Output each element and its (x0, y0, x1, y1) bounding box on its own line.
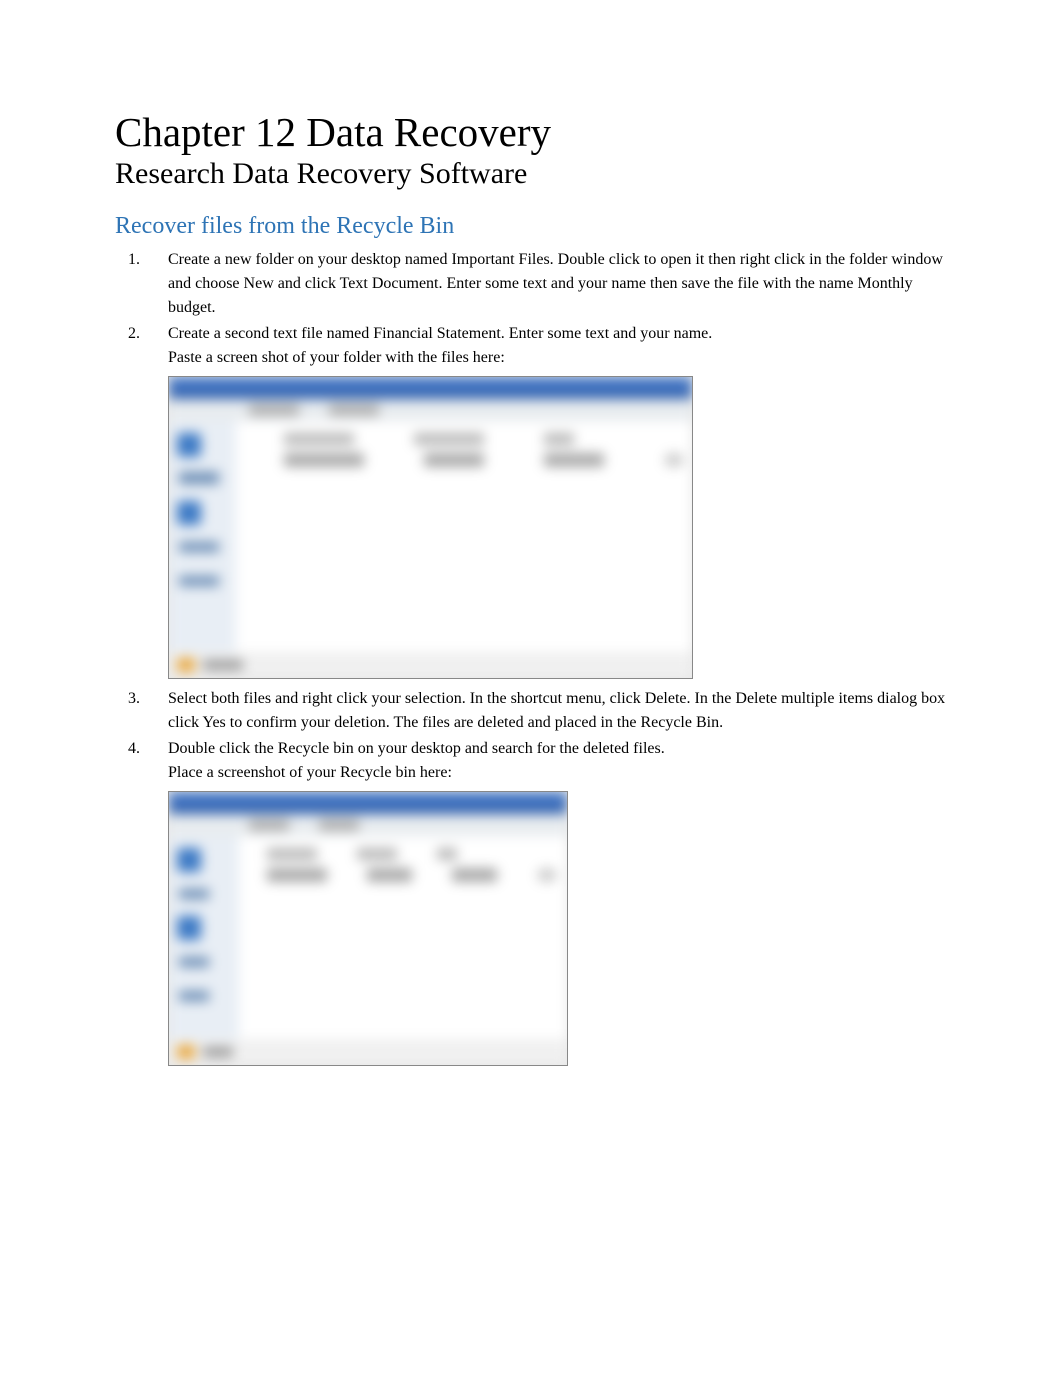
list-number: 4. (128, 737, 140, 761)
titlebar (169, 377, 692, 399)
screenshot-placeholder (168, 376, 947, 679)
sidebar (169, 836, 239, 1039)
page-subtitle: Research Data Recovery Software (115, 157, 947, 191)
page-title: Chapter 12 Data Recovery (115, 110, 947, 155)
list-text: Create a second text file named Financia… (168, 322, 947, 346)
list-number: 1. (128, 248, 140, 272)
list-item: 1. Create a new folder on your desktop n… (168, 248, 947, 320)
section-heading: Recover files from the Recycle Bin (115, 213, 947, 240)
list-text: Select both files and right click your s… (168, 687, 947, 735)
toolbar (169, 814, 567, 836)
list-number: 2. (128, 322, 140, 346)
list-text: Double click the Recycle bin on your des… (168, 737, 947, 761)
table-row (244, 451, 684, 469)
folder-icon (177, 1045, 195, 1059)
file-list (236, 421, 692, 652)
toolbar (169, 399, 692, 421)
status-bar (169, 1039, 567, 1065)
list-item: 3. Select both files and right click you… (168, 687, 947, 735)
folder-icon (177, 658, 195, 672)
list-item: 2. Create a second text file named Finan… (168, 322, 947, 679)
table-row (247, 866, 559, 884)
explorer-screenshot (168, 376, 693, 679)
list-item: 4. Double click the Recycle bin on your … (168, 737, 947, 1066)
file-list (239, 836, 567, 1039)
screenshot-placeholder (168, 791, 947, 1066)
instructions-list: 1. Create a new folder on your desktop n… (115, 248, 947, 1066)
status-bar (169, 652, 692, 678)
recycle-bin-screenshot (168, 791, 568, 1066)
list-number: 3. (128, 687, 140, 711)
titlebar (169, 792, 567, 814)
sidebar (169, 421, 236, 652)
list-text: Create a new folder on your desktop name… (168, 248, 947, 320)
list-caption: Place a screenshot of your Recycle bin h… (168, 761, 947, 785)
list-caption: Paste a screen shot of your folder with … (168, 346, 947, 370)
